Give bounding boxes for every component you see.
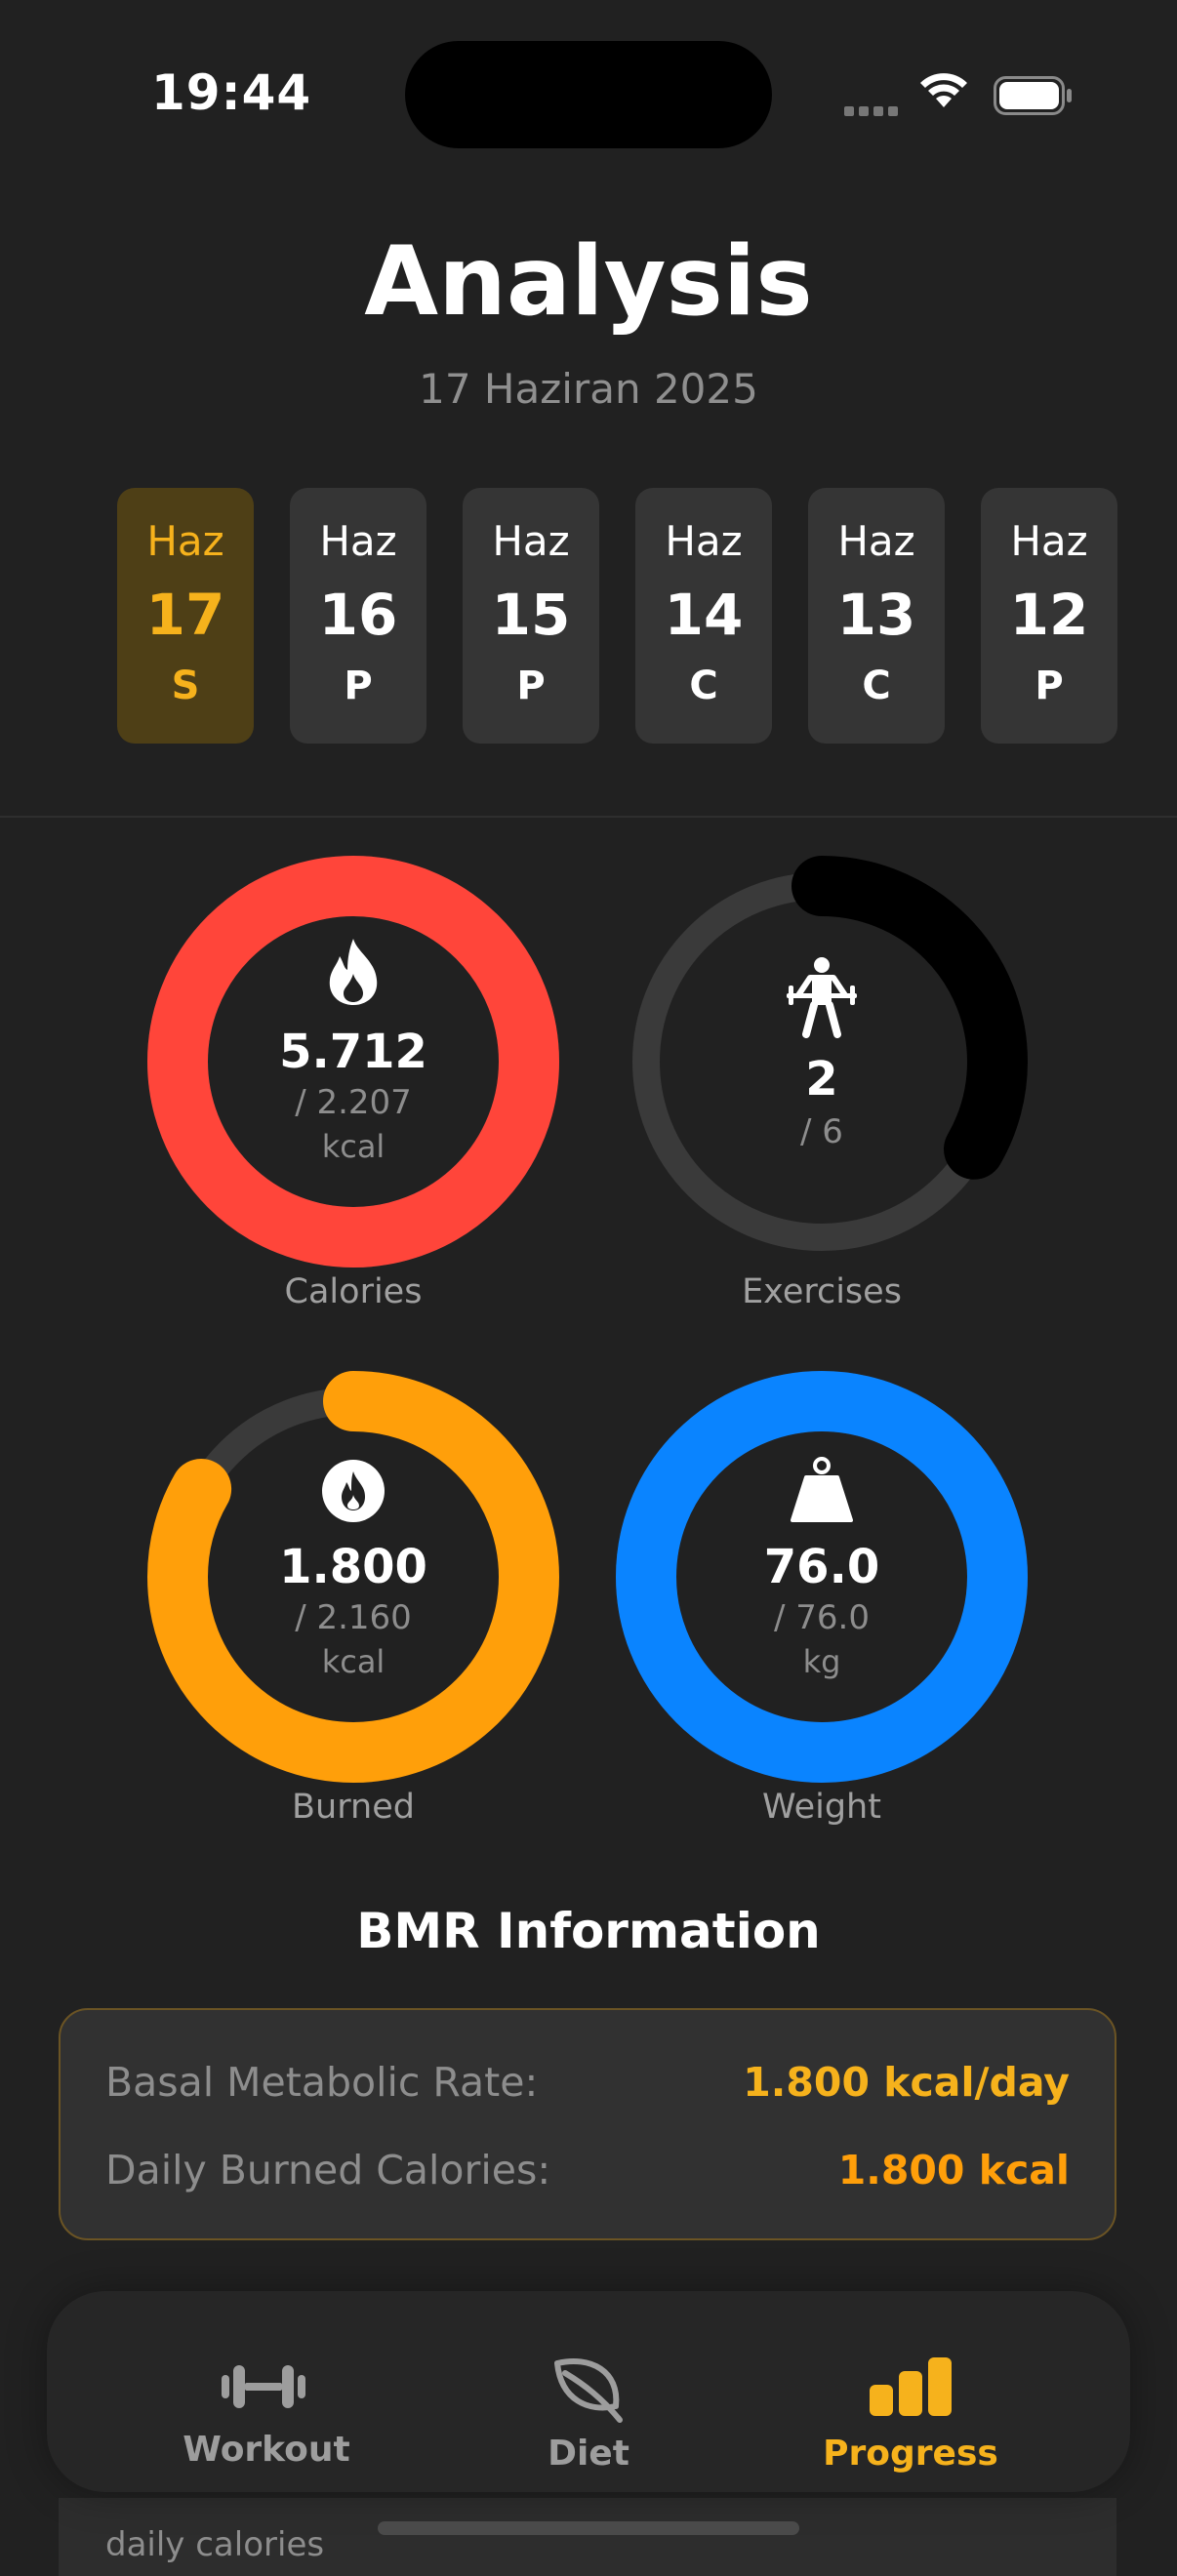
burned-unit: kcal (321, 1643, 386, 1680)
dumbbell-icon (222, 2365, 305, 2408)
tab-diet[interactable]: Diet (452, 2291, 725, 2492)
date-chip-weekday: P (516, 664, 546, 708)
bmr-row-label: Basal Metabolic Rate: (105, 2059, 539, 2106)
weight-ring-card[interactable]: 76.0 / 76.0 kg Weight (607, 1362, 1036, 1831)
status-bar: 19:44 (0, 0, 1177, 195)
date-chip-weekday: S (171, 664, 200, 708)
flame-circle-icon (322, 1460, 385, 1522)
dynamic-island (405, 41, 772, 148)
tab-progress[interactable]: Progress (774, 2291, 1047, 2492)
date-chip-month: Haz (1010, 517, 1088, 565)
bar-chart-icon (870, 2357, 952, 2416)
weightlifter-icon (787, 957, 857, 1038)
bmr-row-value: 1.800 kcal/day (743, 2059, 1070, 2106)
battery-icon (994, 76, 1072, 115)
below-fold-card: daily calories (59, 2498, 1116, 2576)
date-chip[interactable]: Haz 17 S (117, 488, 254, 744)
date-chip[interactable]: Haz 13 C (808, 488, 945, 744)
calories-ring-card[interactable]: 5.712 / 2.207 kcal Calories (139, 847, 568, 1315)
bmr-row-value: 1.800 kcal (837, 2147, 1070, 2194)
date-chip[interactable]: Haz 14 C (635, 488, 772, 744)
date-chip-day: 12 (1009, 582, 1089, 648)
home-indicator (378, 2521, 799, 2535)
date-chip-weekday: P (1035, 664, 1064, 708)
tab-label: Workout (183, 2430, 350, 2470)
section-divider (0, 816, 1177, 818)
bmr-card: Basal Metabolic Rate: 1.800 kcal/day Dai… (59, 2008, 1116, 2240)
date-chip-day: 14 (664, 582, 744, 648)
weight-unit: kg (802, 1643, 841, 1680)
burned-value: 1.800 (279, 1540, 427, 1594)
tab-workout[interactable]: Workout (130, 2291, 403, 2492)
date-chip-month: Haz (665, 517, 743, 565)
date-chip-month: Haz (492, 517, 570, 565)
tab-label: Progress (823, 2434, 998, 2474)
exercises-label: Exercises (742, 1272, 902, 1311)
weight-target: / 76.0 (774, 1598, 870, 1637)
burned-target: / 2.160 (295, 1598, 412, 1637)
exercises-value: 2 (805, 1052, 838, 1107)
date-chip-day: 13 (836, 582, 916, 648)
status-time: 19:44 (151, 64, 312, 121)
date-chip-day: 16 (318, 582, 398, 648)
flame-icon (329, 939, 378, 1005)
wifi-icon (920, 73, 967, 107)
below-fold-text: daily calories (105, 2525, 325, 2564)
tab-label: Diet (548, 2434, 629, 2474)
tab-bar: Workout Diet Progress (47, 2291, 1130, 2492)
date-chip-day: 17 (145, 582, 225, 648)
calories-label: Calories (284, 1272, 423, 1311)
weight-icon (791, 1457, 853, 1522)
cellular-signal-icon (844, 101, 903, 120)
date-chip-day: 15 (491, 582, 571, 648)
calories-target: / 2.207 (295, 1083, 412, 1122)
burned-label: Burned (292, 1788, 415, 1827)
page-title: Analysis (364, 226, 813, 338)
date-chip-month: Haz (146, 517, 224, 565)
bmr-section-title: BMR Information (356, 1903, 821, 1959)
exercises-ring-card[interactable]: 2 / 6 Exercises (607, 847, 1036, 1315)
date-chip-month: Haz (837, 517, 915, 565)
date-chip-weekday: P (344, 664, 373, 708)
page-subtitle: 17 Haziran 2025 (419, 365, 758, 413)
exercises-target: / 6 (800, 1112, 843, 1151)
date-chip[interactable]: Haz 12 P (981, 488, 1117, 744)
bmr-row-label: Daily Burned Calories: (105, 2147, 551, 2194)
date-chip[interactable]: Haz 15 P (463, 488, 599, 744)
calories-value: 5.712 (279, 1025, 427, 1079)
date-chip[interactable]: Haz 16 P (290, 488, 426, 744)
weight-value: 76.0 (763, 1540, 880, 1594)
date-chip-month: Haz (319, 517, 397, 565)
leaf-icon (554, 2357, 623, 2423)
weight-label: Weight (762, 1788, 881, 1827)
calories-unit: kcal (321, 1128, 386, 1165)
date-chip-weekday: C (689, 664, 718, 708)
date-strip[interactable]: Haz 17 S Haz 16 P Haz 15 P Haz 14 C Haz … (117, 488, 1177, 744)
burned-ring-card[interactable]: 1.800 / 2.160 kcal Burned (139, 1362, 568, 1831)
date-chip-weekday: C (862, 664, 891, 708)
